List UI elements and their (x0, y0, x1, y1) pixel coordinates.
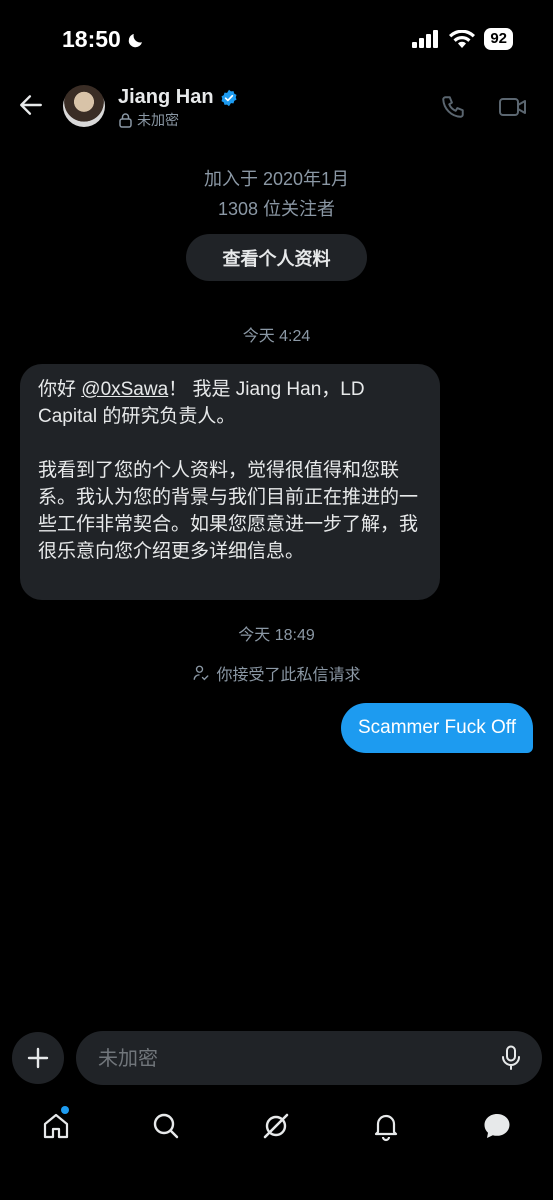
lock-icon (119, 112, 132, 128)
microphone-icon[interactable] (500, 1045, 522, 1071)
greeting-text: 你好 (38, 379, 82, 400)
person-check-icon (194, 665, 209, 681)
encryption-label: 未加密 (137, 112, 179, 128)
mention-link[interactable]: @0xSawa (81, 379, 168, 400)
contact-name-row[interactable]: Jiang Han (118, 86, 238, 109)
outgoing-message-bubble[interactable]: Scammer Fuck Off (340, 703, 533, 753)
verified-badge-icon (221, 89, 237, 106)
back-arrow-icon[interactable] (18, 92, 44, 118)
phone-call-icon[interactable] (440, 94, 466, 120)
search-icon[interactable] (150, 1110, 182, 1142)
status-indicators: 92 (412, 28, 513, 50)
incoming-message-bubble[interactable]: 你好 @0xSawa！ 我是 Jiang Han，LD Capital 的研究负… (20, 364, 440, 600)
moon-icon (128, 33, 142, 47)
plus-icon (27, 1047, 49, 1069)
request-accepted-text: 你接受了此私信请求 (216, 667, 361, 684)
home-icon[interactable] (40, 1110, 72, 1142)
request-accepted-notice: 你接受了此私信请求 (0, 661, 553, 685)
grok-icon[interactable] (260, 1110, 292, 1142)
contact-name: Jiang Han (118, 86, 214, 108)
message-paragraph: 你好 @0xSawa！ 我是 Jiang Han，LD Capital 的研究负… (38, 376, 422, 430)
signal-icon (412, 30, 439, 48)
message-timestamp: 今天 4:24 (242, 328, 311, 345)
messages-icon[interactable] (481, 1110, 513, 1142)
video-call-icon[interactable] (498, 95, 528, 119)
message-paragraph-2: 我看到了您的个人资料，觉得很值得和您联系。我认为您的背景与我们目前正在推进的一些… (38, 460, 419, 562)
notification-dot (61, 1106, 69, 1114)
joined-date: 加入于 2020年1月 (203, 169, 350, 189)
avatar[interactable] (63, 85, 105, 127)
battery-indicator: 92 (484, 28, 513, 50)
encryption-status: 未加密 (119, 110, 179, 130)
follower-count: 1308 位关注者 (217, 199, 336, 219)
message-timestamp: 今天 18:49 (238, 627, 315, 644)
message-composer[interactable] (76, 1031, 542, 1087)
message-input[interactable] (96, 1031, 480, 1087)
status-time: 18:50 (62, 26, 145, 53)
wifi-icon (449, 29, 476, 48)
add-media-button[interactable] (12, 1032, 64, 1084)
status-time-text: 18:50 (62, 26, 121, 52)
view-profile-button[interactable]: 查看个人资料 (186, 234, 367, 281)
bell-icon[interactable] (370, 1110, 402, 1142)
